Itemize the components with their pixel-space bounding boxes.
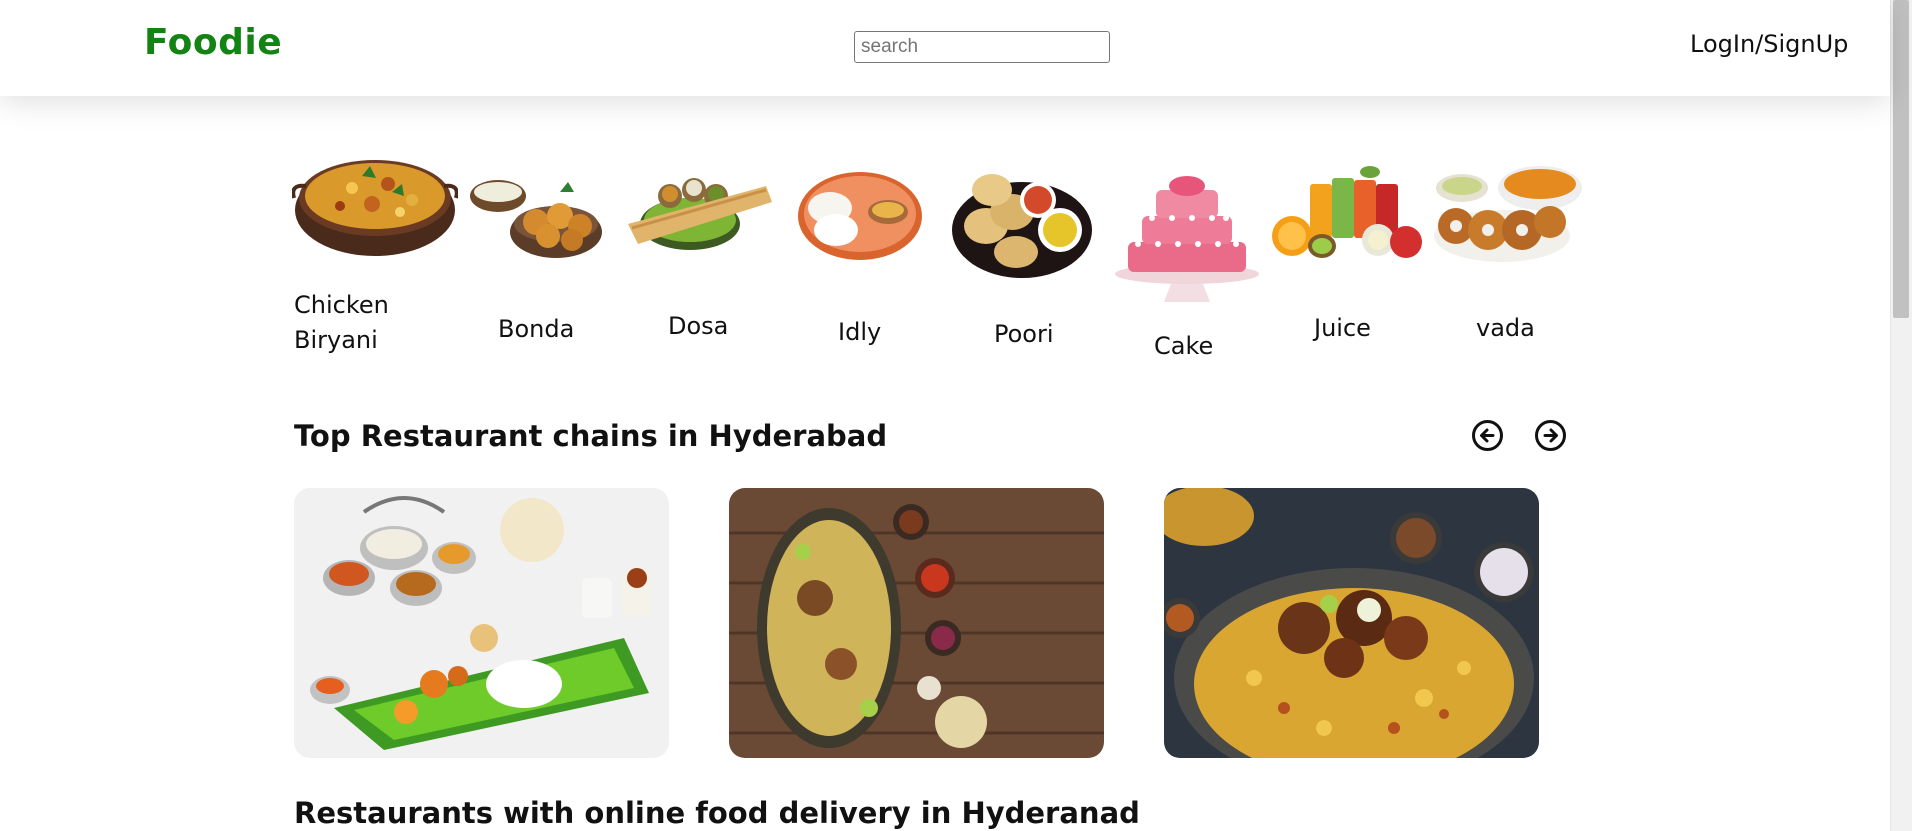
category-label: Chicken xyxy=(294,291,389,319)
logo[interactable]: Foodie xyxy=(144,22,282,63)
tiered-cake-image xyxy=(1114,166,1260,308)
category-label: Biryani xyxy=(294,326,378,354)
category-label: Juice xyxy=(1314,314,1371,342)
category-label: Cake xyxy=(1154,332,1214,360)
top-chains-title: Top Restaurant chains in Hyderabad xyxy=(294,419,888,453)
scrollbar-thumb[interactable] xyxy=(1893,0,1909,318)
restaurant-card[interactable] xyxy=(1164,488,1539,758)
restaurant-card[interactable] xyxy=(729,488,1104,758)
category-label: Bonda xyxy=(498,315,575,343)
restaurant-image-thali xyxy=(294,488,669,758)
idly-plate-image xyxy=(796,170,924,266)
category-item-vada[interactable]: vada xyxy=(1432,164,1584,354)
online-delivery-title: Restaurants with online food delivery in… xyxy=(294,796,1140,830)
carousel-next-button[interactable] xyxy=(1535,420,1566,451)
biryani-pot-image xyxy=(291,148,459,264)
category-label: vada xyxy=(1476,314,1535,342)
restaurant-image-biryani-wood xyxy=(729,488,1104,758)
category-item-poori[interactable]: Poori xyxy=(950,172,1094,352)
category-item-chicken-biryani[interactable]: Chicken Biryani xyxy=(291,148,460,358)
navbar: Foodie LogIn/SignUp xyxy=(0,0,1890,96)
restaurant-image-biryani-closeup xyxy=(1164,488,1539,758)
arrow-right-circle-icon xyxy=(1543,428,1558,443)
bonda-plate-image xyxy=(468,170,604,266)
arrow-left-circle-icon xyxy=(1480,428,1495,443)
category-label: Idly xyxy=(838,318,882,346)
poori-plate-image xyxy=(950,172,1094,284)
restaurant-card[interactable] xyxy=(294,488,669,758)
category-item-cake[interactable]: Cake xyxy=(1114,166,1262,366)
category-item-bonda[interactable]: Bonda xyxy=(466,170,606,350)
search-input[interactable] xyxy=(854,31,1110,63)
login-signup-link[interactable]: LogIn/SignUp xyxy=(1690,30,1848,58)
category-label: Poori xyxy=(994,320,1054,348)
vada-plate-image xyxy=(1432,164,1584,272)
juice-glasses-image xyxy=(1270,166,1422,266)
dosa-plate-image xyxy=(626,172,774,258)
category-item-idly[interactable]: Idly xyxy=(796,170,926,350)
carousel-prev-button[interactable] xyxy=(1472,420,1503,451)
category-item-juice[interactable]: Juice xyxy=(1270,166,1422,356)
category-label: Dosa xyxy=(668,312,729,340)
category-item-dosa[interactable]: Dosa xyxy=(626,172,776,352)
